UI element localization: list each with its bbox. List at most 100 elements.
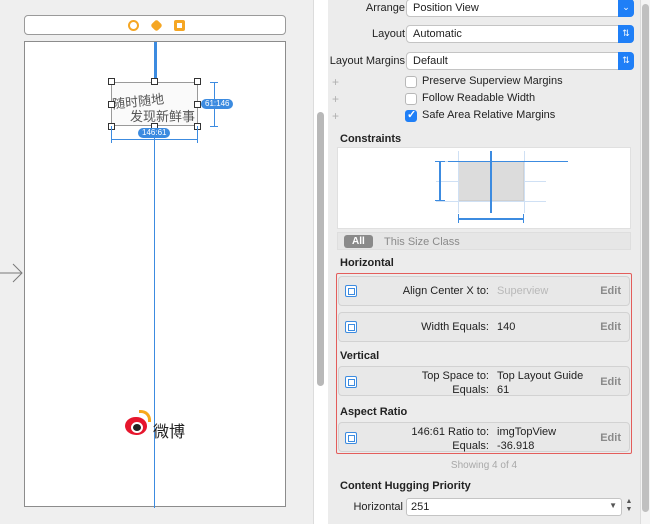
layout-popup[interactable]: Automatic ⇅ xyxy=(406,25,634,43)
width-equals-value: 140 xyxy=(497,321,516,333)
slogan-line-2: 发现新鲜事 xyxy=(130,110,196,125)
width-ratio-badge: 146:61 xyxy=(138,128,171,138)
constraints-title: Constraints xyxy=(340,133,402,145)
diagram-top-line xyxy=(448,161,568,162)
preserve-margins-label: Preserve Superview Margins xyxy=(422,75,563,87)
edit-button[interactable]: Edit xyxy=(600,285,621,297)
arrange-value: Position View xyxy=(413,2,479,14)
ratio-to-label: 146:61 Ratio to: xyxy=(411,426,489,438)
canvas-scrollbar-thumb[interactable] xyxy=(317,112,324,386)
plus-icon[interactable]: + xyxy=(332,92,339,106)
resize-handle-top-right[interactable] xyxy=(194,78,201,85)
tab-this-size-class[interactable]: This Size Class xyxy=(384,236,460,248)
dropdown-arrow-icon[interactable]: ▼ xyxy=(609,501,617,510)
align-center-x-label: Align Center X to: xyxy=(402,285,489,297)
top-space-value: Top Layout Guide xyxy=(497,370,584,382)
layout-row: Layout Automatic ⇅ xyxy=(328,25,640,43)
arrange-row: Arrange Position View ⌄ xyxy=(328,0,640,17)
first-responder-icon[interactable] xyxy=(150,19,163,32)
content-hugging-title: Content Hugging Priority xyxy=(340,480,471,492)
size-class-tabs: All This Size Class xyxy=(337,232,631,250)
exit-icon[interactable] xyxy=(174,20,185,31)
edit-button[interactable]: Edit xyxy=(600,376,621,388)
hugging-horizontal-label: Horizontal xyxy=(353,501,403,513)
safe-area-label: Safe Area Relative Margins xyxy=(422,109,556,121)
tab-all[interactable]: All xyxy=(344,235,373,248)
plus-icon[interactable]: + xyxy=(332,75,339,89)
hugging-horizontal-field[interactable]: 251 ▼ xyxy=(406,498,622,516)
inspector-scrollbar-thumb[interactable] xyxy=(642,4,649,512)
align-center-x-constraint[interactable]: Align Center X to: Superview Edit xyxy=(338,276,630,306)
vertical-section-title: Vertical xyxy=(340,350,380,362)
edit-button[interactable]: Edit xyxy=(600,321,621,333)
safe-area-row: + Safe Area Relative Margins xyxy=(328,108,640,124)
diagram-width-line xyxy=(458,218,524,220)
width-guide-left xyxy=(111,126,112,139)
img-top-view[interactable]: 随时随地 发现新鲜事 xyxy=(111,82,198,126)
safe-area-checkbox[interactable] xyxy=(405,108,417,122)
diagram-tick xyxy=(458,214,459,223)
readable-width-row: + Follow Readable Width xyxy=(328,91,640,107)
center-x-constraint-icon xyxy=(345,285,357,297)
view-controller-icon[interactable] xyxy=(128,20,139,31)
preserve-margins-checkbox[interactable] xyxy=(405,76,417,88)
width-constraint-icon xyxy=(345,321,357,333)
canvas-scrollbar[interactable] xyxy=(313,0,328,524)
plus-icon[interactable]: + xyxy=(332,109,339,123)
aspect-ratio-constraint[interactable]: 146:61 Ratio to: imgTopView Equals: -36.… xyxy=(338,422,630,452)
priority-stepper[interactable]: ▲ ▼ xyxy=(624,498,634,516)
layout-margins-label: Layout Margins xyxy=(329,55,405,67)
layout-label: Layout xyxy=(371,28,405,40)
up-down-chevron-icon[interactable]: ⇅ xyxy=(618,52,634,70)
top-space-constraint-icon xyxy=(345,376,357,388)
ratio-equals-label: Equals: xyxy=(452,440,489,452)
diagram-height-line xyxy=(439,161,441,201)
preserve-margins-row: + Preserve Superview Margins xyxy=(328,74,640,90)
aspect-ratio-constraint-icon xyxy=(345,432,357,444)
width-constraint[interactable]: Width Equals: 140 Edit xyxy=(338,312,630,342)
weibo-logo[interactable]: 微博 xyxy=(125,408,187,448)
diagram-tick xyxy=(523,214,524,223)
top-space-constraint[interactable] xyxy=(154,42,157,79)
width-equals-label: Width Equals: xyxy=(421,321,489,333)
view-controller-scene[interactable]: 随时随地 发现新鲜事 61:146 146:61 微博 xyxy=(24,41,286,508)
arrange-popup[interactable]: Position View ⌄ xyxy=(406,0,634,17)
layout-margins-value: Default xyxy=(413,55,448,67)
diagram-tick xyxy=(435,200,445,201)
top-space-constraint-card[interactable]: Top Space to: Top Layout Guide Equals: 6… xyxy=(338,366,630,396)
arrange-label: Arrange xyxy=(365,2,405,14)
chevron-down-icon[interactable]: ⌄ xyxy=(618,0,634,17)
ratio-to-value: imgTopView xyxy=(497,426,557,438)
inspector-scrollbar[interactable] xyxy=(640,0,650,524)
weibo-logo-text: 微博 xyxy=(153,422,186,441)
top-space-equals-label: Equals: xyxy=(452,384,489,396)
layout-margins-popup[interactable]: Default ⇅ xyxy=(406,52,634,70)
resize-handle-left[interactable] xyxy=(108,101,115,108)
width-constraint-line[interactable] xyxy=(111,139,198,140)
hugging-horizontal-row: Horizontal 251 ▼ ▲ ▼ xyxy=(328,498,640,516)
segue-arrow-icon[interactable] xyxy=(0,262,24,284)
height-tick-bottom xyxy=(210,126,218,127)
scene-dock xyxy=(24,15,286,35)
constraints-diagram xyxy=(337,147,631,229)
readable-width-checkbox[interactable] xyxy=(405,93,417,105)
resize-handle-top[interactable] xyxy=(151,78,158,85)
top-space-label: Top Space to: xyxy=(421,370,489,382)
storyboard-canvas[interactable]: 随时随地 发现新鲜事 61:146 146:61 微博 xyxy=(0,0,313,524)
align-center-x-value: Superview xyxy=(497,285,549,297)
height-ratio-badge: 61:146 xyxy=(201,99,234,109)
horizontal-section-title: Horizontal xyxy=(340,257,394,269)
diagram-tick xyxy=(435,161,445,162)
up-down-chevron-icon[interactable]: ⇅ xyxy=(618,25,634,43)
hugging-horizontal-value: 251 xyxy=(411,501,430,513)
weibo-arc-icon xyxy=(139,410,151,422)
top-space-equals-value: 61 xyxy=(497,384,510,396)
aspect-ratio-section-title: Aspect Ratio xyxy=(340,406,408,418)
resize-handle-right[interactable] xyxy=(194,101,201,108)
edit-button[interactable]: Edit xyxy=(600,432,621,444)
size-inspector: Arrange Position View ⌄ Layout Automatic… xyxy=(328,0,640,524)
readable-width-label: Follow Readable Width xyxy=(422,92,536,104)
showing-count: Showing 4 of 4 xyxy=(450,460,518,471)
resize-handle-top-left[interactable] xyxy=(108,78,115,85)
ratio-equals-value: -36.918 xyxy=(497,440,535,452)
